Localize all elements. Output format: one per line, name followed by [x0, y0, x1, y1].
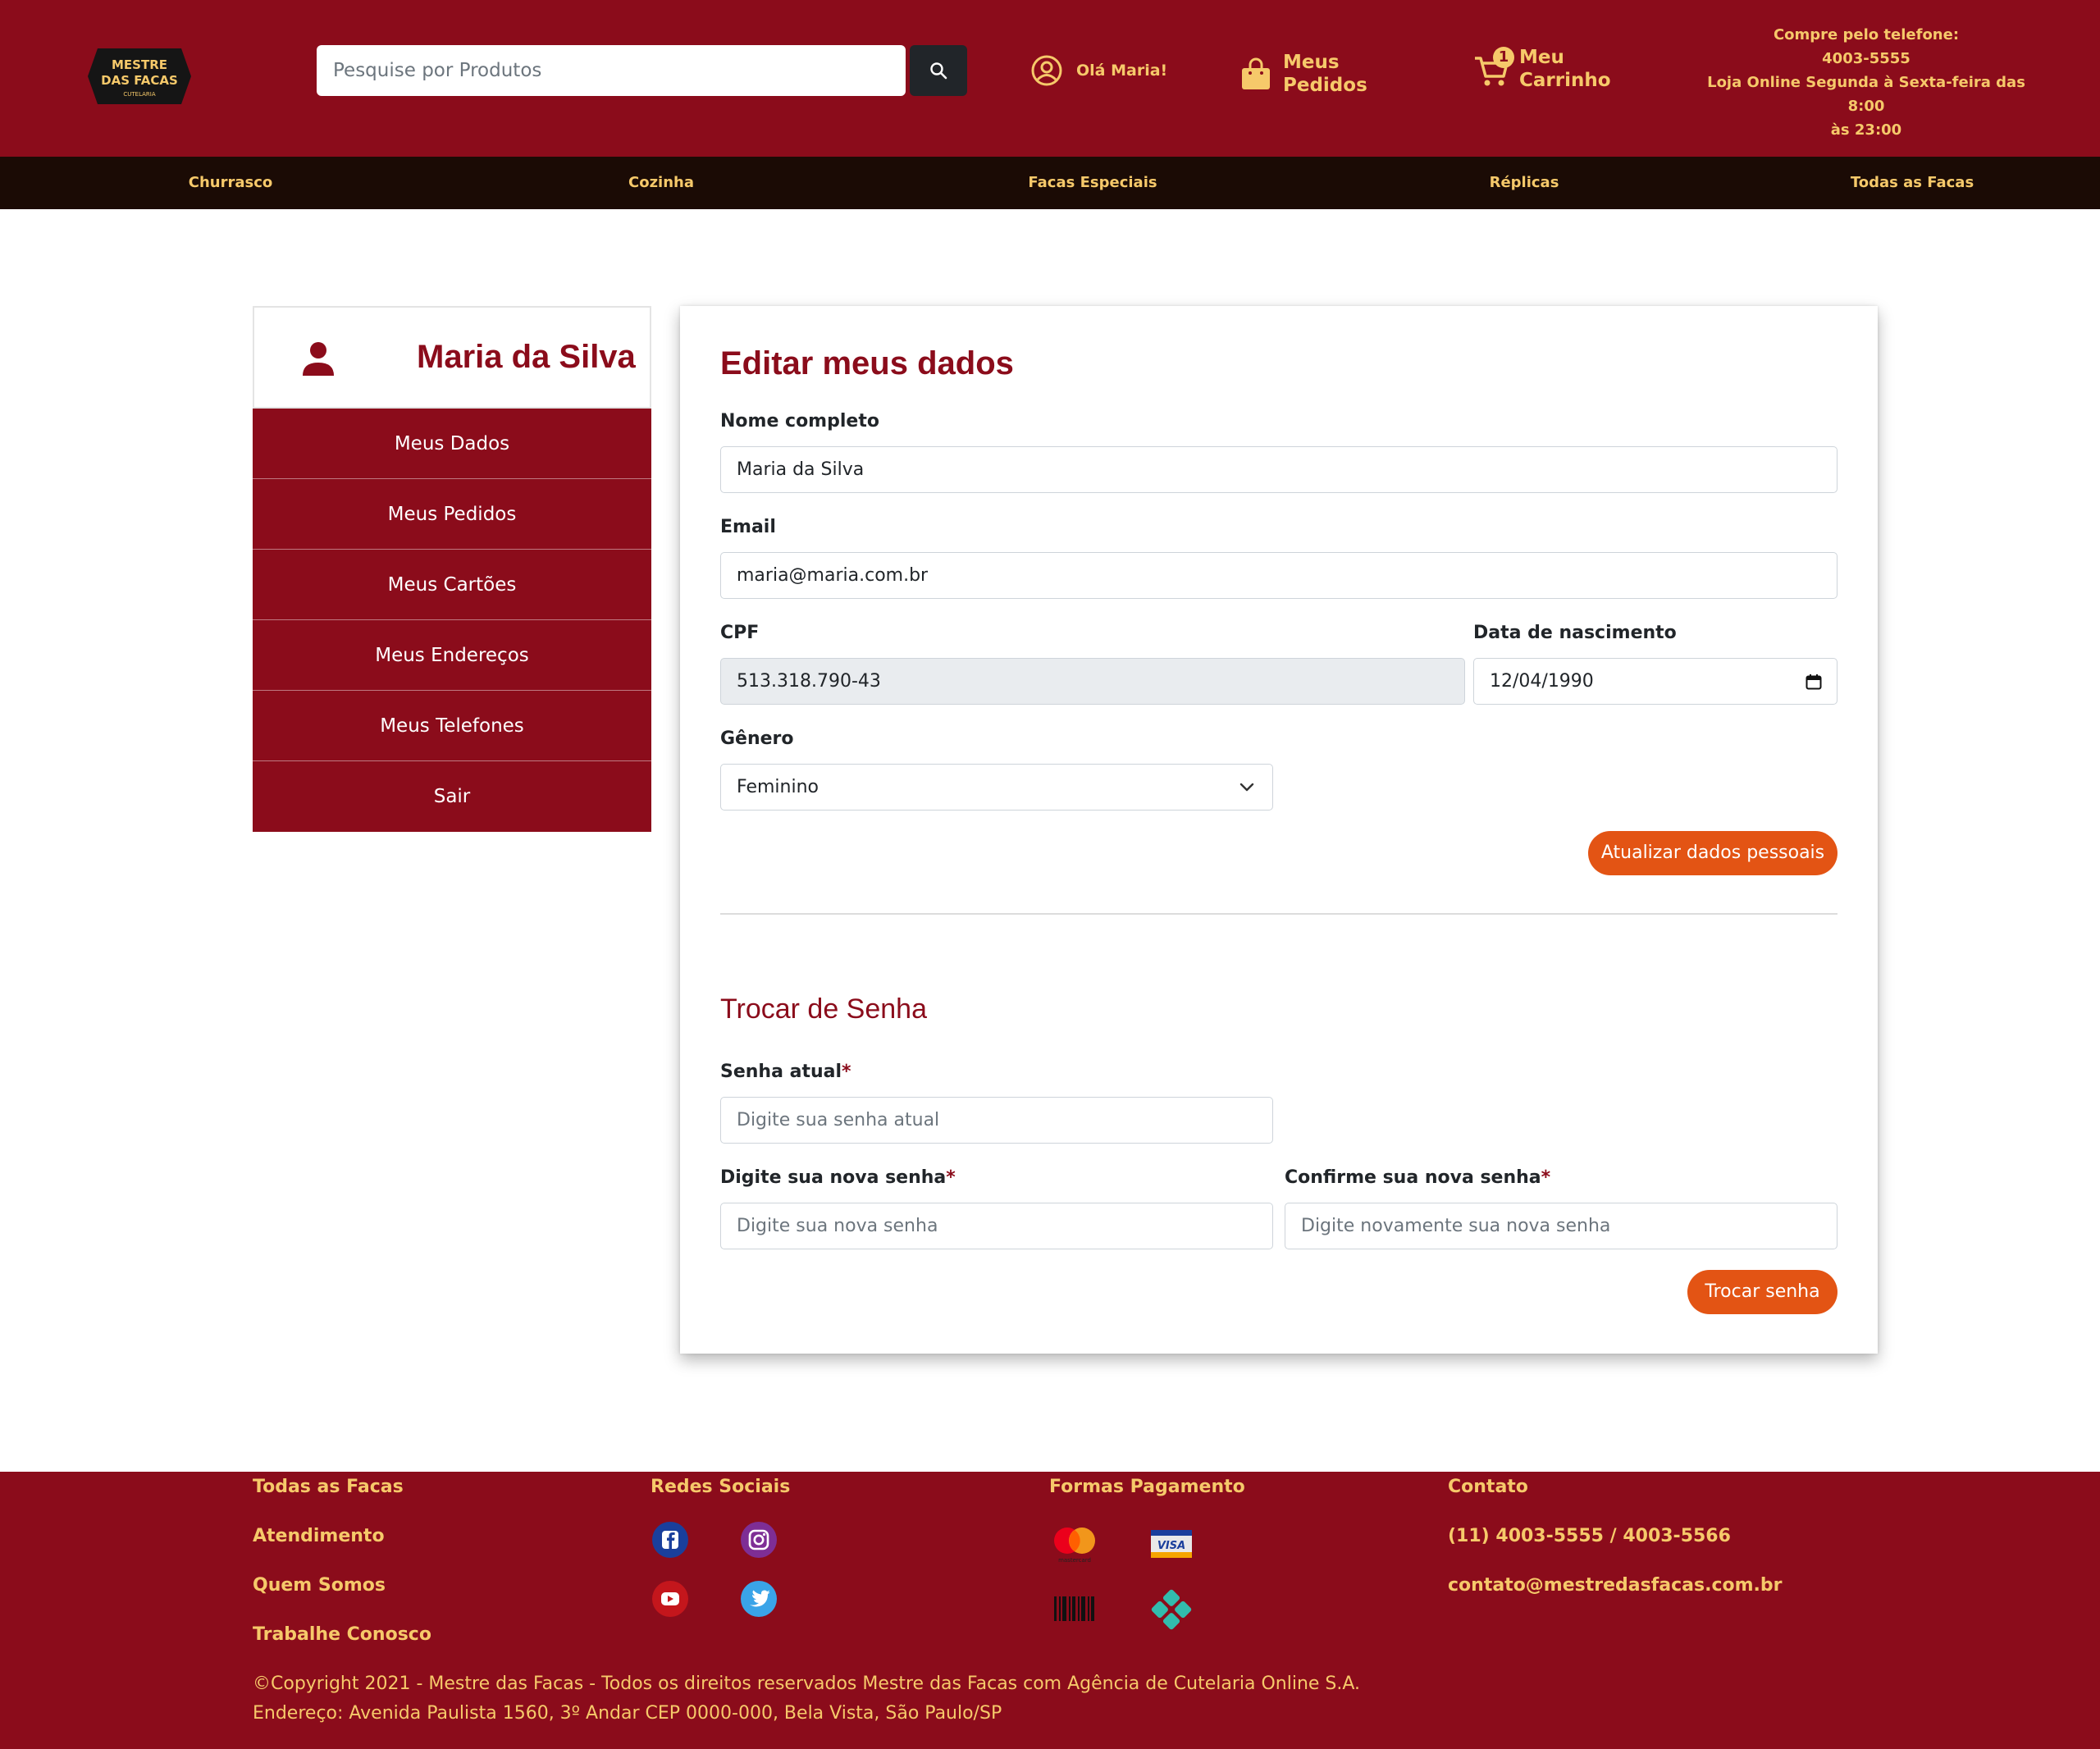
birth-date-input[interactable]: 12/04/1990	[1473, 658, 1838, 705]
boleto-barcode-icon	[1054, 1596, 1094, 1621]
visa-icon: VISA	[1151, 1530, 1192, 1558]
footer-payment-title: Formas Pagamento	[1049, 1477, 1245, 1497]
pix-icon	[1151, 1589, 1192, 1630]
logo[interactable]: MESTRE DAS FACAS CUTELARIA	[86, 45, 193, 107]
nav-todas-as-facas[interactable]: Todas as Facas	[1851, 157, 1974, 209]
nav-cozinha[interactable]: Cozinha	[628, 157, 694, 209]
svg-text:CUTELARIA: CUTELARIA	[123, 91, 155, 98]
nav-churrasco[interactable]: Churrasco	[189, 157, 273, 209]
cart-label-line2: Carrinho	[1519, 70, 1611, 91]
search-icon	[930, 62, 947, 80]
footer-copyright: ©Copyright 2021 - Mestre das Facas - Tod…	[253, 1674, 1361, 1694]
footer-link-atendimento[interactable]: Atendimento	[253, 1526, 385, 1546]
user-greeting: Olá Maria!	[1076, 62, 1168, 80]
edit-profile-card: Editar meus dados Nome completo Email CP…	[680, 306, 1878, 1354]
change-password-button[interactable]: Trocar senha	[1687, 1270, 1838, 1314]
svg-text:mastercard: mastercard	[1058, 1557, 1091, 1564]
footer-link-quem-somos[interactable]: Quem Somos	[253, 1575, 386, 1596]
gender-select[interactable]: Feminino	[720, 764, 1273, 811]
cart-count-badge: 1	[1493, 47, 1514, 68]
orders-label-line1: Meus	[1283, 52, 1340, 73]
svg-text:VISA: VISA	[1157, 1540, 1185, 1552]
footer-address: Endereço: Avenida Paulista 1560, 3º Anda…	[253, 1703, 1002, 1724]
birth-date-label: Data de nascimento	[1473, 623, 1677, 643]
confirm-password-input[interactable]	[1285, 1203, 1838, 1249]
search-button[interactable]	[910, 45, 967, 96]
gender-label: Gênero	[720, 728, 794, 749]
phone-info: Compre pelo telefone: 4003-5555 Loja Onl…	[1707, 26, 2025, 139]
search-input[interactable]	[317, 45, 906, 96]
new-password-label: Digite sua nova senha*	[720, 1167, 956, 1188]
current-password-input[interactable]	[720, 1097, 1273, 1144]
sidebar-item-meus-enderecos[interactable]: Meus Endereços	[253, 620, 651, 691]
chevron-down-icon	[1239, 783, 1254, 792]
nav-facas-especiais[interactable]: Facas Especiais	[1028, 157, 1157, 209]
sidebar-user-name: Maria da Silva	[417, 339, 636, 375]
mastercard-icon: mastercard	[1054, 1528, 1095, 1564]
sidebar-user-header: Maria da Silva	[253, 306, 651, 409]
cpf-input: 513.318.790-43	[720, 658, 1465, 705]
sidebar-item-meus-telefones[interactable]: Meus Telefones	[253, 691, 651, 761]
cart-label-line1: Meu	[1519, 47, 1564, 68]
confirm-password-label: Confirme sua nova senha*	[1285, 1167, 1551, 1188]
site-header: MESTRE DAS FACAS CUTELARIA Olá Maria! Me…	[0, 0, 2100, 157]
name-input[interactable]	[720, 446, 1838, 493]
footer-contact-email[interactable]: contato@mestredasfacas.com.br	[1448, 1575, 1783, 1596]
email-label: Email	[720, 517, 776, 537]
footer-social-title: Redes Sociais	[651, 1477, 791, 1497]
footer-link-trabalhe-conosco[interactable]: Trabalhe Conosco	[253, 1624, 431, 1645]
category-nav: Churrasco Cozinha Facas Especiais Réplic…	[0, 157, 2100, 209]
nav-replicas[interactable]: Réplicas	[1490, 157, 1559, 209]
cart-link[interactable]: 1 Meu Carrinho	[1473, 46, 1611, 92]
new-password-input[interactable]	[720, 1203, 1273, 1249]
orders-label-line2: Pedidos	[1283, 75, 1367, 96]
current-password-label: Senha atual*	[720, 1062, 851, 1082]
sidebar-item-meus-pedidos[interactable]: Meus Pedidos	[253, 479, 651, 550]
user-circle-icon	[1031, 55, 1062, 86]
password-section-title: Trocar de Senha	[720, 993, 927, 1025]
calendar-icon[interactable]	[1806, 674, 1822, 690]
footer-contact-phone[interactable]: (11) 4003-5555 / 4003-5566	[1448, 1526, 1731, 1546]
svg-text:DAS FACAS: DAS FACAS	[101, 73, 178, 88]
user-account-link[interactable]: Olá Maria!	[1030, 54, 1167, 87]
footer-contact-title: Contato	[1448, 1477, 1528, 1497]
youtube-icon[interactable]	[651, 1580, 689, 1618]
instagram-icon[interactable]	[740, 1521, 778, 1559]
section-divider	[720, 913, 1838, 915]
sidebar-item-meus-cartoes[interactable]: Meus Cartões	[253, 550, 651, 620]
twitter-icon[interactable]	[740, 1580, 778, 1618]
account-sidebar: Maria da Silva Meus Dados Meus Pedidos M…	[253, 306, 651, 832]
page-title: Editar meus dados	[720, 345, 1014, 381]
site-footer: Todas as Facas Atendimento Quem Somos Tr…	[0, 1472, 2100, 1749]
svg-text:MESTRE: MESTRE	[112, 57, 167, 72]
facebook-icon[interactable]	[651, 1521, 689, 1559]
orders-link[interactable]: Meus Pedidos	[1240, 51, 1367, 97]
footer-link-todas-as-facas[interactable]: Todas as Facas	[253, 1477, 404, 1497]
user-icon	[303, 342, 334, 376]
name-label: Nome completo	[720, 411, 879, 432]
sidebar-item-sair[interactable]: Sair	[253, 761, 651, 832]
email-input[interactable]	[720, 552, 1838, 599]
update-personal-data-button[interactable]: Atualizar dados pessoais	[1588, 831, 1838, 875]
cpf-label: CPF	[720, 623, 760, 643]
shopping-bag-icon	[1242, 57, 1270, 89]
sidebar-item-meus-dados[interactable]: Meus Dados	[253, 409, 651, 479]
